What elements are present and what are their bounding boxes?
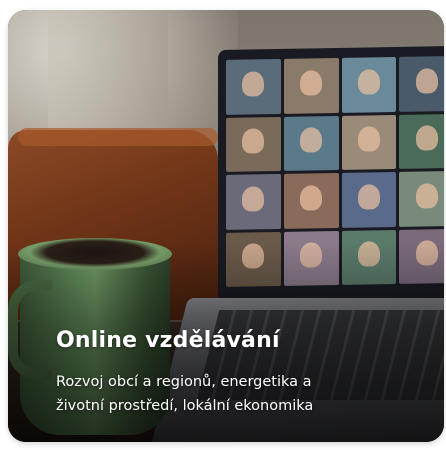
video-tile: [226, 116, 281, 172]
video-tile: [399, 55, 444, 112]
course-card[interactable]: Online vzdělávání Rozvoj obcí a regionů,…: [8, 10, 444, 442]
video-tile: [399, 170, 444, 227]
card-title: Online vzdělávání: [56, 328, 280, 353]
video-tile: [226, 173, 281, 230]
video-tile: [341, 56, 397, 113]
video-tile: [226, 58, 281, 115]
card-description-line-1: Rozvoj obcí a regionů, energetika a: [56, 374, 312, 390]
video-tile: [341, 171, 397, 228]
video-tile: [283, 57, 339, 114]
card-description: Rozvoj obcí a regionů, energetika a živo…: [56, 370, 396, 418]
video-tile: [341, 114, 397, 170]
video-tile: [399, 113, 444, 169]
video-tile: [283, 115, 339, 171]
video-tile: [283, 172, 339, 229]
card-description-line-2: životní prostředí, lokální ekonomika: [56, 398, 314, 414]
